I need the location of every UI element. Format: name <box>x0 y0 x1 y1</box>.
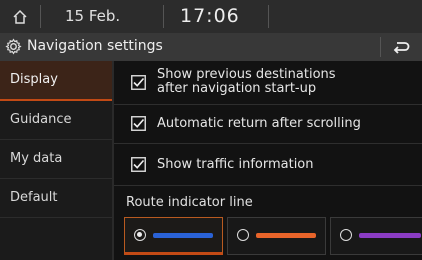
clock-display: 17:06 <box>180 5 240 27</box>
radio-unselected-icon <box>237 229 249 241</box>
status-separator <box>268 5 269 28</box>
menu-item-my-data[interactable]: My data <box>0 140 112 179</box>
checkbox-checked-icon[interactable] <box>131 75 146 90</box>
checkbox-checked-icon[interactable] <box>131 157 146 172</box>
menu-item-label: Display <box>10 72 58 87</box>
color-swatch <box>256 233 316 238</box>
menu-item-label: My data <box>10 151 63 166</box>
checkbox-checked-icon[interactable] <box>131 116 146 131</box>
gear-icon <box>5 38 22 55</box>
status-bar: 15 Feb. 17:06 <box>0 0 422 33</box>
menu-item-default[interactable]: Default <box>0 179 112 218</box>
route-color-orange-button[interactable] <box>227 217 326 255</box>
menu-item-guidance[interactable]: Guidance <box>0 101 112 140</box>
option-label: Automatic return after scrolling <box>157 116 361 131</box>
status-separator <box>163 5 164 28</box>
option-label: Show previous destinations <box>157 67 336 82</box>
color-swatch <box>359 233 421 238</box>
nav-settings-screen: 15 Feb. 17:06 Navigation settings Displa… <box>0 0 422 260</box>
option-previous-destinations[interactable]: Show previous destinations after navigat… <box>114 61 422 105</box>
title-bar: Navigation settings <box>0 33 422 61</box>
route-indicator-label: Route indicator line <box>126 195 253 210</box>
page-title: Navigation settings <box>27 38 163 54</box>
settings-menu: Display Guidance My data Default <box>0 61 114 260</box>
menu-item-label: Default <box>10 190 58 205</box>
radio-unselected-icon <box>340 229 352 241</box>
option-label: Show traffic information <box>157 157 314 172</box>
route-color-blue-button[interactable] <box>124 217 223 255</box>
date-display: 15 Feb. <box>65 7 121 25</box>
home-button[interactable] <box>0 0 40 33</box>
option-auto-return[interactable]: Automatic return after scrolling <box>114 105 422 144</box>
menu-item-label: Guidance <box>10 112 72 127</box>
route-color-purple-button[interactable] <box>330 217 422 255</box>
menu-item-display[interactable]: Display <box>0 61 112 101</box>
home-icon <box>13 9 27 24</box>
settings-content: Show previous destinations after navigat… <box>114 61 422 260</box>
back-arrow-icon <box>393 42 410 54</box>
option-traffic-info[interactable]: Show traffic information <box>114 144 422 186</box>
radio-selected-icon <box>134 229 146 241</box>
color-swatch <box>153 233 213 238</box>
back-button[interactable] <box>380 33 422 61</box>
status-separator <box>40 5 41 28</box>
option-label-line2: after navigation start-up <box>157 81 317 96</box>
